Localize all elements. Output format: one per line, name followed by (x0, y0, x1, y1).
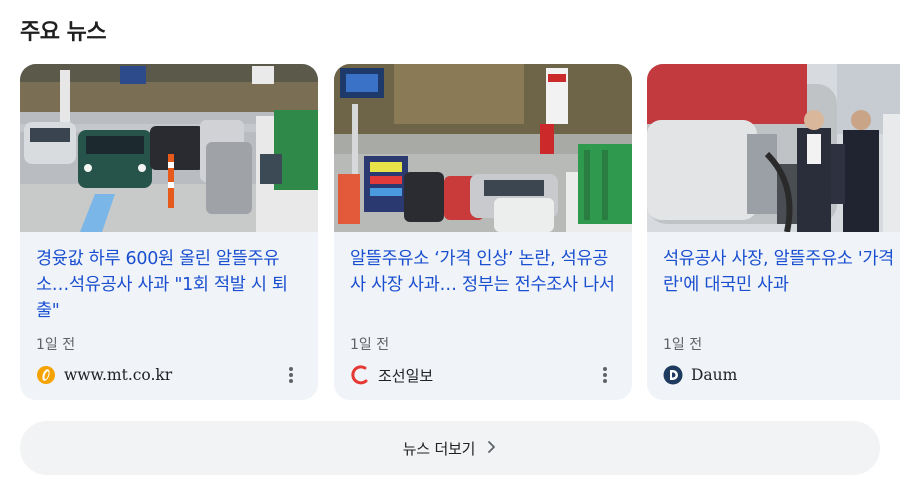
article-time: 1일 전 (350, 337, 390, 353)
news-carousel[interactable]: 경윳값 하루 600원 올린 알뜰주유소…석유공사 사과 "1회 적발 시 퇴출… (20, 64, 900, 400)
more-news-button[interactable]: 뉴스 더보기 (20, 421, 880, 475)
article-headline[interactable]: 알뜰주유소 ‘가격 인상’ 논란, 석유공사 사장 사과… 정부는 전수조사 나… (350, 246, 620, 298)
article-thumbnail[interactable] (20, 64, 318, 232)
mt-logo-icon (36, 365, 56, 385)
chosun-logo-icon (350, 365, 370, 385)
article-thumbnail[interactable] (647, 64, 900, 232)
article-headline[interactable]: 경윳값 하루 600원 올린 알뜰주유소…석유공사 사과 "1회 적발 시 퇴출… (36, 246, 306, 324)
article-thumbnail[interactable] (334, 64, 632, 232)
daum-logo-icon (663, 365, 683, 385)
article-headline[interactable]: 석유공사 사장, 알뜰주유소 '가격 인상 논란'에 대국민 사과 (663, 246, 900, 298)
source-name: www.mt.co.kr (64, 366, 173, 384)
article-time: 1일 전 (36, 337, 76, 353)
more-options-icon[interactable] (596, 364, 614, 386)
article-source[interactable]: www.mt.co.kr (36, 364, 172, 386)
more-options-icon[interactable] (282, 364, 300, 386)
news-card[interactable]: 알뜰주유소 ‘가격 인상’ 논란, 석유공사 사장 사과… 정부는 전수조사 나… (334, 64, 632, 400)
section-title: 주요 뉴스 (20, 20, 107, 45)
article-time: 1일 전 (663, 337, 703, 353)
top-news-page: 주요 뉴스 경윳값 하루 600원 올린 알뜰주유소…석유공사 사과 "1회 적… (0, 0, 900, 483)
article-source[interactable]: Daum (663, 364, 737, 386)
more-news-label: 뉴스 더보기 (402, 439, 476, 458)
source-name: Daum (691, 366, 738, 384)
source-name: 조선일보 (378, 366, 434, 385)
article-source[interactable]: 조선일보 (350, 364, 433, 386)
news-card[interactable]: 경윳값 하루 600원 올린 알뜰주유소…석유공사 사과 "1회 적발 시 퇴출… (20, 64, 318, 400)
news-card[interactable]: 석유공사 사장, 알뜰주유소 '가격 인상 논란'에 대국민 사과 1일 전 D… (647, 64, 900, 400)
chevron-right-icon (487, 439, 497, 458)
